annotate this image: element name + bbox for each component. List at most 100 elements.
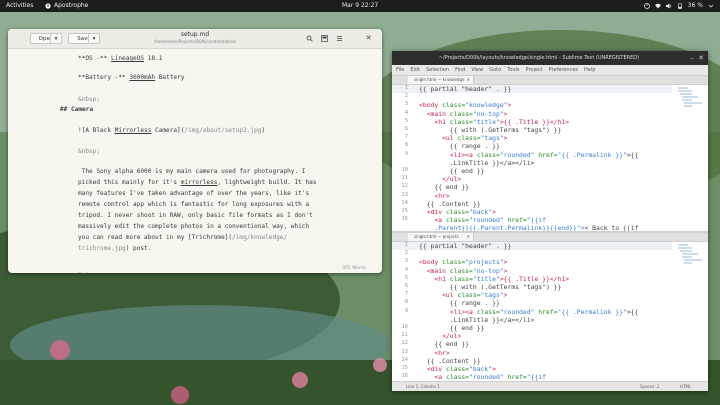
editor-line: &nbsp; bbox=[78, 272, 100, 273]
code-token: {{ end }} bbox=[419, 183, 470, 192]
menu-item-help[interactable]: Help bbox=[584, 67, 595, 73]
close-icon[interactable]: ✕ bbox=[698, 54, 704, 62]
code-token: {{ partial "header" . }} bbox=[419, 85, 512, 93]
code-line: 9 <li><a class="rounded" href="{{ .Perma… bbox=[392, 308, 672, 316]
hamburger-menu-icon bbox=[337, 36, 342, 41]
minimap[interactable] bbox=[676, 86, 706, 126]
code-text: <hr> bbox=[419, 349, 449, 357]
search-icon bbox=[306, 35, 313, 42]
menu-item-tools[interactable]: Tools bbox=[507, 67, 519, 73]
close-icon[interactable]: ✕ bbox=[467, 233, 470, 241]
code-token: {{ end }} bbox=[419, 324, 485, 332]
code-token: </ul> bbox=[419, 175, 462, 184]
syntax-setting[interactable]: HTML bbox=[680, 384, 691, 389]
search-button[interactable] bbox=[304, 33, 315, 44]
main-menu-button[interactable] bbox=[334, 33, 345, 44]
preview-button[interactable] bbox=[319, 33, 330, 44]
text-segment: mirrorless bbox=[180, 179, 218, 186]
editor-line: picked this mainly for it's mirrorless, … bbox=[78, 179, 316, 186]
code-token: > bbox=[503, 258, 508, 267]
code-text: {{ partial "header" . }} bbox=[419, 242, 511, 250]
app-menu[interactable]: Apostrophe bbox=[45, 2, 88, 9]
menu-item-edit[interactable]: Edit bbox=[410, 67, 420, 73]
editor-pane-bottom[interactable]: single.html — projects ✕ 1 {{ partial "he… bbox=[392, 231, 708, 389]
battery-icon bbox=[677, 3, 682, 9]
markdown-editor[interactable]: **OS -** LineageOS 18.1 **Battery -** 300… bbox=[8, 49, 382, 273]
code-token: "no-top" bbox=[472, 266, 504, 275]
minimize-icon[interactable]: – bbox=[691, 54, 695, 62]
tab-projects[interactable]: single.html — projects ✕ bbox=[408, 233, 474, 241]
code-token: class= bbox=[445, 373, 470, 382]
code-line: 11 </ul> bbox=[392, 175, 672, 183]
line-number: 12 bbox=[401, 183, 408, 190]
text-segment: , lightweight build. It has bbox=[217, 179, 317, 186]
line-number: 13 bbox=[401, 348, 408, 355]
code-token: class= bbox=[445, 216, 470, 225]
system-tray[interactable]: 36 % bbox=[643, 2, 714, 9]
code-text: {{ with (.GetTerms "tags") }} bbox=[419, 126, 562, 134]
code-token: {{ partial "header" . }} bbox=[419, 242, 512, 250]
code-line: 2 bbox=[392, 250, 672, 258]
text-segment: you can read more about in my [Trichrome… bbox=[78, 234, 233, 241]
code-line: 13 <hr> bbox=[392, 192, 672, 200]
code-text: <main class="no-top"> bbox=[419, 110, 508, 118]
code-token: "knowledge" bbox=[465, 101, 508, 110]
code-token: <h1 bbox=[419, 117, 450, 126]
close-button[interactable]: ✕ bbox=[363, 33, 374, 44]
word-count[interactable]: 305 Words bbox=[342, 266, 366, 271]
code-text: <body class="projects"> bbox=[419, 258, 508, 266]
menu-item-find[interactable]: Find bbox=[455, 67, 465, 73]
menu-item-selection[interactable]: Selection bbox=[426, 67, 449, 73]
code-token: href= bbox=[538, 150, 558, 159]
code-token: "rounded" bbox=[469, 216, 508, 225]
code-line: 10 {{ end }} bbox=[392, 324, 672, 332]
apostrophe-app-icon bbox=[45, 2, 51, 9]
editor-line: you can read more about in my [Trichrome… bbox=[78, 234, 287, 241]
activities-button[interactable]: Activities bbox=[6, 2, 33, 9]
minimap[interactable] bbox=[676, 243, 706, 283]
line-number: 12 bbox=[401, 340, 408, 347]
code-token: {{ range . }} bbox=[419, 299, 500, 308]
clock[interactable]: Mar 9 22:27 bbox=[342, 2, 378, 9]
status-bar: Line 1, Column 1 Spaces: 2 HTML bbox=[392, 381, 708, 391]
code-text: {{ .Content }} bbox=[419, 357, 481, 365]
editor-line: The Sony alpha 6000 is my main camera us… bbox=[78, 168, 306, 175]
code-token: <body bbox=[419, 101, 443, 110]
text-segment: LineageOS bbox=[111, 55, 145, 62]
sublime-titlebar: ~/Projects/D00k/layouts/knowledge/single… bbox=[392, 51, 708, 65]
editor-pane-top[interactable]: single.html — knowledge ✕ 1 {{ partial "h… bbox=[392, 76, 708, 232]
tab-knowledge[interactable]: single.html — knowledge ✕ bbox=[408, 76, 474, 84]
menu-item-file[interactable]: File bbox=[396, 67, 404, 73]
code-token: class= bbox=[442, 258, 466, 267]
code-token: class= bbox=[445, 208, 470, 216]
line-number: 9 bbox=[404, 150, 408, 157]
line-number: 16 bbox=[401, 216, 408, 223]
code-token: >{{ bbox=[626, 150, 639, 159]
menu-item-view[interactable]: View bbox=[471, 67, 483, 73]
code-line: 6 {{ with (.GetTerms "tags") }} bbox=[392, 283, 672, 291]
code-token: "{{ .Permalink }}" bbox=[557, 307, 627, 316]
text-segment: remote control app which is fantastic fo… bbox=[78, 201, 310, 208]
line-number: 10 bbox=[401, 167, 408, 173]
window-title: ~/Projects/D00k/layouts/knowledge/single… bbox=[438, 55, 640, 61]
indentation-setting[interactable]: Spaces: 2 bbox=[640, 384, 659, 389]
sublime-window: ~/Projects/D00k/layouts/knowledge/single… bbox=[392, 51, 708, 391]
close-icon[interactable]: ✕ bbox=[467, 76, 470, 84]
code-token: <body bbox=[419, 258, 443, 267]
line-number: 4 bbox=[404, 266, 408, 273]
text-segment: Battery bbox=[155, 74, 185, 81]
code-text: {{ range . }} bbox=[419, 142, 500, 150]
menu-item-preferences[interactable]: Preferences bbox=[549, 67, 578, 73]
code-token: {{ .Content }} bbox=[419, 356, 481, 365]
line-number: 10 bbox=[401, 324, 408, 330]
code-token: >{{ bbox=[626, 307, 639, 316]
text-segment: ## Camera bbox=[60, 106, 94, 113]
menu-item-goto[interactable]: Goto bbox=[489, 67, 501, 73]
text-segment: Camera]( bbox=[151, 127, 185, 134]
cursor-position[interactable]: Line 1, Column 1 bbox=[406, 384, 440, 389]
menu-item-project[interactable]: Project bbox=[526, 67, 543, 73]
code-text: <a class="rounded" href="{{if bbox=[419, 216, 546, 224]
code-token: > bbox=[503, 134, 508, 143]
code-text: <div class="back"> bbox=[419, 365, 496, 373]
code-token: href= bbox=[538, 307, 558, 316]
